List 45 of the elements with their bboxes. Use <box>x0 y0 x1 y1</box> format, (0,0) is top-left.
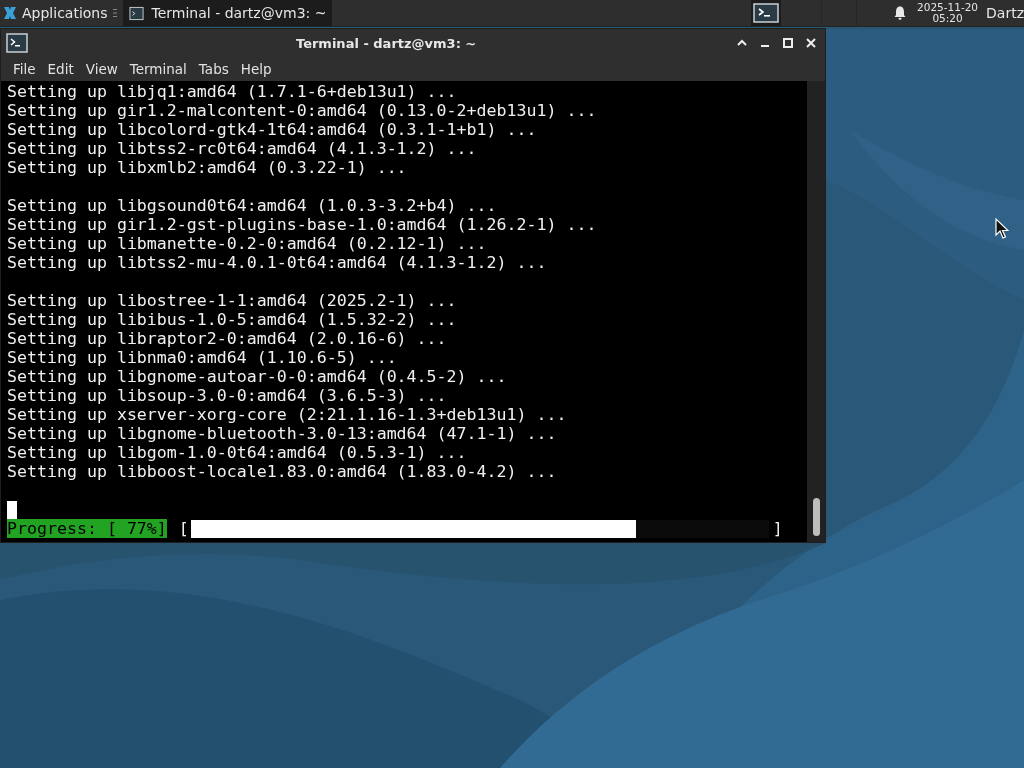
terminal-line: Setting up libgsound0t64:amd64 (1.0.3-3.2+b4) ... <box>7 196 498 215</box>
notification-bell-icon[interactable] <box>893 5 907 21</box>
terminal-line: Setting up libostree-1-1:amd64 (2025.2-1) ... <box>7 291 458 310</box>
bracket-text: [ <box>178 519 189 538</box>
scrollbar-thumb[interactable] <box>812 498 820 536</box>
user-name[interactable]: Dartz <box>986 5 1024 21</box>
terminal-line: Setting up libjq1:amd64 (1.7.1-6+deb13u1) ... <box>7 82 458 101</box>
terminal-line: Setting up gir1.2-gst-plugins-base-1.0:amd64 (1.26.2-1) ... <box>7 215 598 234</box>
terminal-line: Setting up libboost-locale1.83.0:amd64 (1.83.0-4.2) ... <box>7 462 558 481</box>
text-cursor <box>7 500 17 519</box>
terminal-line: Setting up libmanette-0.2-0:amd64 (0.2.12-1) ... <box>7 234 488 253</box>
menu-item[interactable]: Tabs <box>192 61 235 77</box>
terminal-line: Setting up gir1.2-malcontent-0:amd64 (0.13.0-2+deb13u1) ... <box>7 101 598 120</box>
taskbar-item[interactable]: Terminal - dartz@vm3: ~ <box>122 0 333 26</box>
terminal-line: Setting up libgnome-bluetooth-3.0-13:amd64 (47.1-1) ... <box>7 424 558 443</box>
close-icon[interactable] <box>805 37 817 49</box>
terminal-launcher[interactable] <box>751 0 781 26</box>
window-title: Terminal - dartz@vm3: ~ <box>296 35 477 51</box>
terminal-line: Setting up libtss2-rc0t64:amd64 (4.1.3-1.2) ... <box>7 139 478 158</box>
grip-icon[interactable] <box>112 8 117 18</box>
menu-item[interactable]: Help <box>234 61 278 77</box>
terminal-line: Setting up libgom-1.0-0t64:amd64 (0.5.3-1) ... <box>7 443 468 462</box>
terminal-line: Setting up libtss2-mu-4.0.1-0t64:amd64 (4.1.3-1.2) ... <box>7 253 548 272</box>
terminal-line: Setting up xserver-xorg-core (2:21.1.16-1.3+deb13u1) ... <box>7 405 568 424</box>
menu-item[interactable]: File <box>7 61 42 77</box>
logo-icon <box>2 5 18 21</box>
menu-item[interactable]: Terminal <box>123 61 193 77</box>
mouse-pointer-icon <box>995 218 1009 240</box>
applications-menu[interactable]: Applications <box>0 0 111 26</box>
maximize-icon[interactable] <box>782 37 794 49</box>
menu-item[interactable]: View <box>79 61 124 77</box>
terminal-icon <box>128 5 144 21</box>
clock[interactable]: 2025-11-20 05:20 <box>917 2 979 24</box>
scrollbar[interactable] <box>807 81 825 542</box>
terminal-icon <box>6 33 28 53</box>
menu-item[interactable]: Edit <box>41 61 80 77</box>
terminal-line: Setting up libnma0:amd64 (1.10.6-5) ... <box>7 348 398 367</box>
terminal-line: Setting up libibus-1.0-5:amd64 (1.5.32-2) ... <box>7 310 458 329</box>
terminal-line: Setting up libcolord-gtk4-1t64:amd64 (0.3.1-1+b1) ... <box>7 120 538 139</box>
progress-label: Progress: [ 77%] <box>7 519 167 538</box>
terminal-line: Setting up libraptor2-0:amd64 (2.0.16-6) ... <box>7 329 448 348</box>
terminal-line: Setting up libgnome-autoar-0-0:amd64 (0.4.5-2) ... <box>7 367 508 386</box>
terminal-line: Setting up libsoup-3.0-0:amd64 (3.6.5-3) ... <box>7 386 448 405</box>
terminal-line: Setting up libxmlb2:amd64 (0.3.22-1) ... <box>7 158 408 177</box>
bracket-text: ] <box>772 519 783 538</box>
